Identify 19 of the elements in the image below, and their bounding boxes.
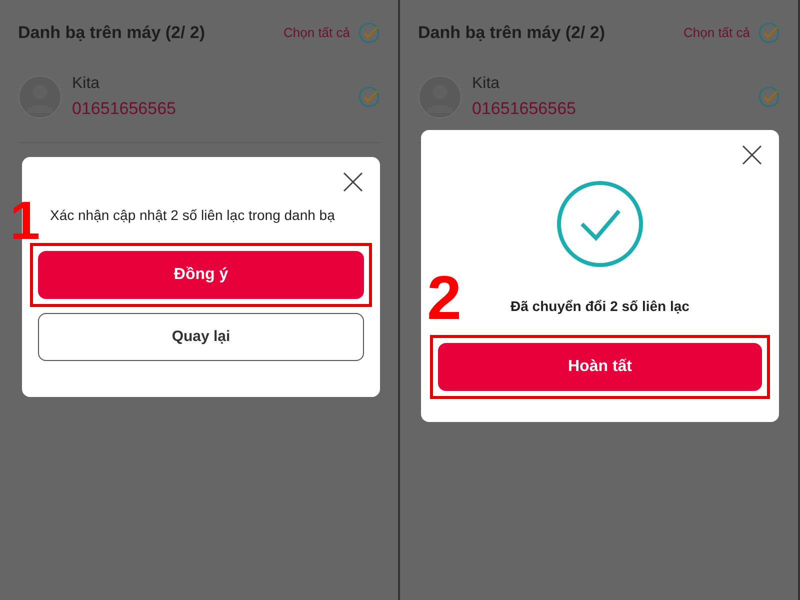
contact-phone: 01651656565 [72,98,178,120]
confirm-button[interactable]: Đồng ý [38,251,364,299]
screen-title: Danh bạ trên máy (2/ 2) [18,22,206,44]
check-circle-icon[interactable] [758,86,780,108]
check-circle-icon[interactable] [758,22,780,44]
confirm-button[interactable]: Hoàn tất [438,343,762,391]
success-check-icon [556,180,644,268]
step-number: 2 [427,268,462,330]
dialog-message: Đã chuyển đổi 2 số liên lạc [510,297,690,316]
back-button[interactable]: Quay lại [38,313,364,361]
check-circle-icon[interactable] [358,86,380,108]
dialog-message: Xác nhận cập nhật 2 số liên lạc trong danh bạ [50,206,336,225]
screen-title: Danh bạ trên máy (2/ 2) [418,22,606,44]
contact-name: Kita [472,74,501,94]
check-circle-icon[interactable] [358,22,380,44]
contact-phone: 01651656565 [472,98,578,120]
contact-name: Kita [72,74,101,94]
close-icon[interactable] [742,145,762,165]
close-icon[interactable] [343,172,363,192]
